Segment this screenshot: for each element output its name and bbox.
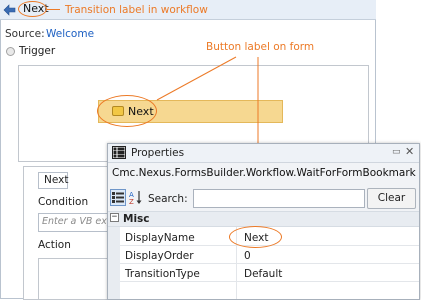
pin-icon[interactable]: ▭ [392, 147, 401, 157]
action-label: Action [38, 239, 71, 251]
category-row[interactable] [108, 211, 419, 227]
properties-title: Properties [131, 147, 185, 159]
property-name-displayorder: DisplayOrder [125, 250, 194, 262]
annotation-circle [229, 226, 282, 248]
row-gutter [108, 227, 120, 245]
collapse-icon[interactable]: − [110, 213, 119, 222]
annotation-circle [97, 95, 157, 127]
source-label: Source: [5, 28, 45, 40]
properties-window-icon [112, 146, 126, 159]
condition-tab-label: Next [44, 174, 69, 186]
categorized-view-icon [112, 192, 124, 203]
source-link[interactable]: Welcome [46, 28, 94, 40]
property-value-transitiontype[interactable]: Default [244, 268, 282, 280]
category-label: Misc [123, 213, 150, 225]
row-gutter [108, 245, 120, 263]
condition-label: Condition [38, 196, 89, 208]
close-icon[interactable]: ✕ [405, 145, 414, 158]
trigger-expand-icon[interactable] [6, 47, 15, 56]
transition-arrow-icon [3, 4, 16, 16]
property-value-displayorder[interactable]: 0 [244, 250, 251, 262]
svg-text:Z: Z [129, 198, 134, 205]
trigger-label: Trigger [19, 45, 56, 57]
condition-input-placeholder: Enter a VB exp [42, 216, 113, 227]
property-name-transitiontype: TransitionType [125, 268, 200, 280]
property-search-input[interactable] [193, 189, 365, 208]
clear-search-button[interactable]: Clear [367, 188, 416, 209]
annotation-connector [47, 9, 60, 10]
row-gutter [108, 281, 120, 299]
search-label: Search: [148, 193, 188, 205]
annotation-circle [18, 1, 47, 17]
row-gutter [108, 263, 120, 281]
property-name-displayname: DisplayName [125, 232, 195, 244]
transition-label-annotation: Transition label in workflow [65, 4, 208, 16]
button-label-annotation: Button label on form [206, 41, 315, 53]
sort-az-icon[interactable]: A Z [129, 190, 143, 205]
row-divider [120, 281, 419, 282]
row-divider [120, 263, 419, 264]
selected-object-type: Cmc.Nexus.FormsBuilder.Workflow.WaitForF… [112, 167, 416, 179]
